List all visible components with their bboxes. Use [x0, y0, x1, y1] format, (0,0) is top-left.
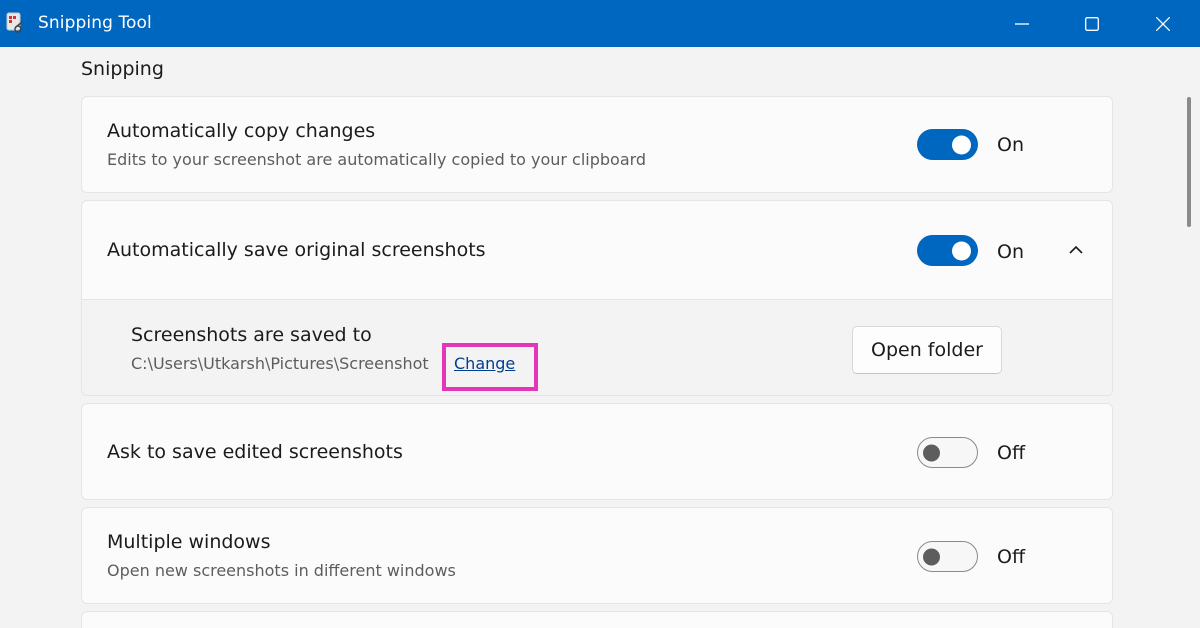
- toggle-state-label: On: [997, 241, 1024, 263]
- setting-card-copy: Automatically copy changes Edits to your…: [81, 96, 1113, 193]
- toggle-state-label: On: [997, 134, 1024, 156]
- setting-card-ask: Ask to save edited screenshots Off: [81, 403, 1113, 500]
- close-icon: [1156, 16, 1170, 31]
- maximize-button[interactable]: [1057, 0, 1127, 47]
- save-location-path: C:\Users\Utkarsh\Pictures\Screenshot: [131, 354, 429, 373]
- setting-card-multiple-windows: Multiple windows Open new screenshots in…: [81, 507, 1113, 604]
- close-button[interactable]: [1128, 0, 1198, 47]
- ask-toggle[interactable]: [917, 437, 978, 468]
- save-location-title: Screenshots are saved to: [131, 324, 372, 346]
- toggle-state-label: Off: [997, 442, 1026, 464]
- snipping-tool-icon: [6, 12, 23, 33]
- toggle-knob: [952, 241, 971, 260]
- title-bar: Snipping Tool: [0, 0, 1200, 47]
- multiple-windows-toggle[interactable]: [917, 541, 978, 572]
- chevron-up-icon[interactable]: [1065, 243, 1087, 257]
- toggle-knob: [952, 135, 971, 154]
- section-title: Snipping: [81, 58, 164, 80]
- save-location-panel: Screenshots are saved to C:\Users\Utkars…: [82, 299, 1112, 395]
- setting-card-partial: [81, 611, 1113, 628]
- setting-title: Ask to save edited screenshots: [107, 441, 403, 463]
- settings-content: Snipping Automatically copy changes Edit…: [0, 47, 1200, 628]
- minimize-button[interactable]: [987, 0, 1057, 47]
- maximize-icon: [1085, 16, 1099, 31]
- highlight-box: [442, 343, 538, 391]
- window-title: Snipping Tool: [38, 13, 152, 33]
- toggle-knob: [923, 444, 940, 461]
- setting-title: Automatically copy changes: [107, 120, 376, 142]
- copy-toggle[interactable]: [917, 129, 978, 160]
- setting-description: Open new screenshots in different window…: [107, 561, 456, 580]
- setting-description: Edits to your screenshot are automatical…: [107, 150, 647, 169]
- minimize-icon: [1015, 22, 1029, 25]
- setting-card-save: Automatically save original screenshots …: [81, 200, 1113, 396]
- open-folder-button[interactable]: Open folder: [852, 326, 1002, 374]
- setting-title: Automatically save original screenshots: [107, 239, 486, 261]
- toggle-state-label: Off: [997, 546, 1026, 568]
- toggle-knob: [923, 548, 940, 565]
- setting-title: Multiple windows: [107, 531, 271, 553]
- scrollbar[interactable]: [1187, 97, 1191, 227]
- save-toggle[interactable]: [917, 235, 978, 266]
